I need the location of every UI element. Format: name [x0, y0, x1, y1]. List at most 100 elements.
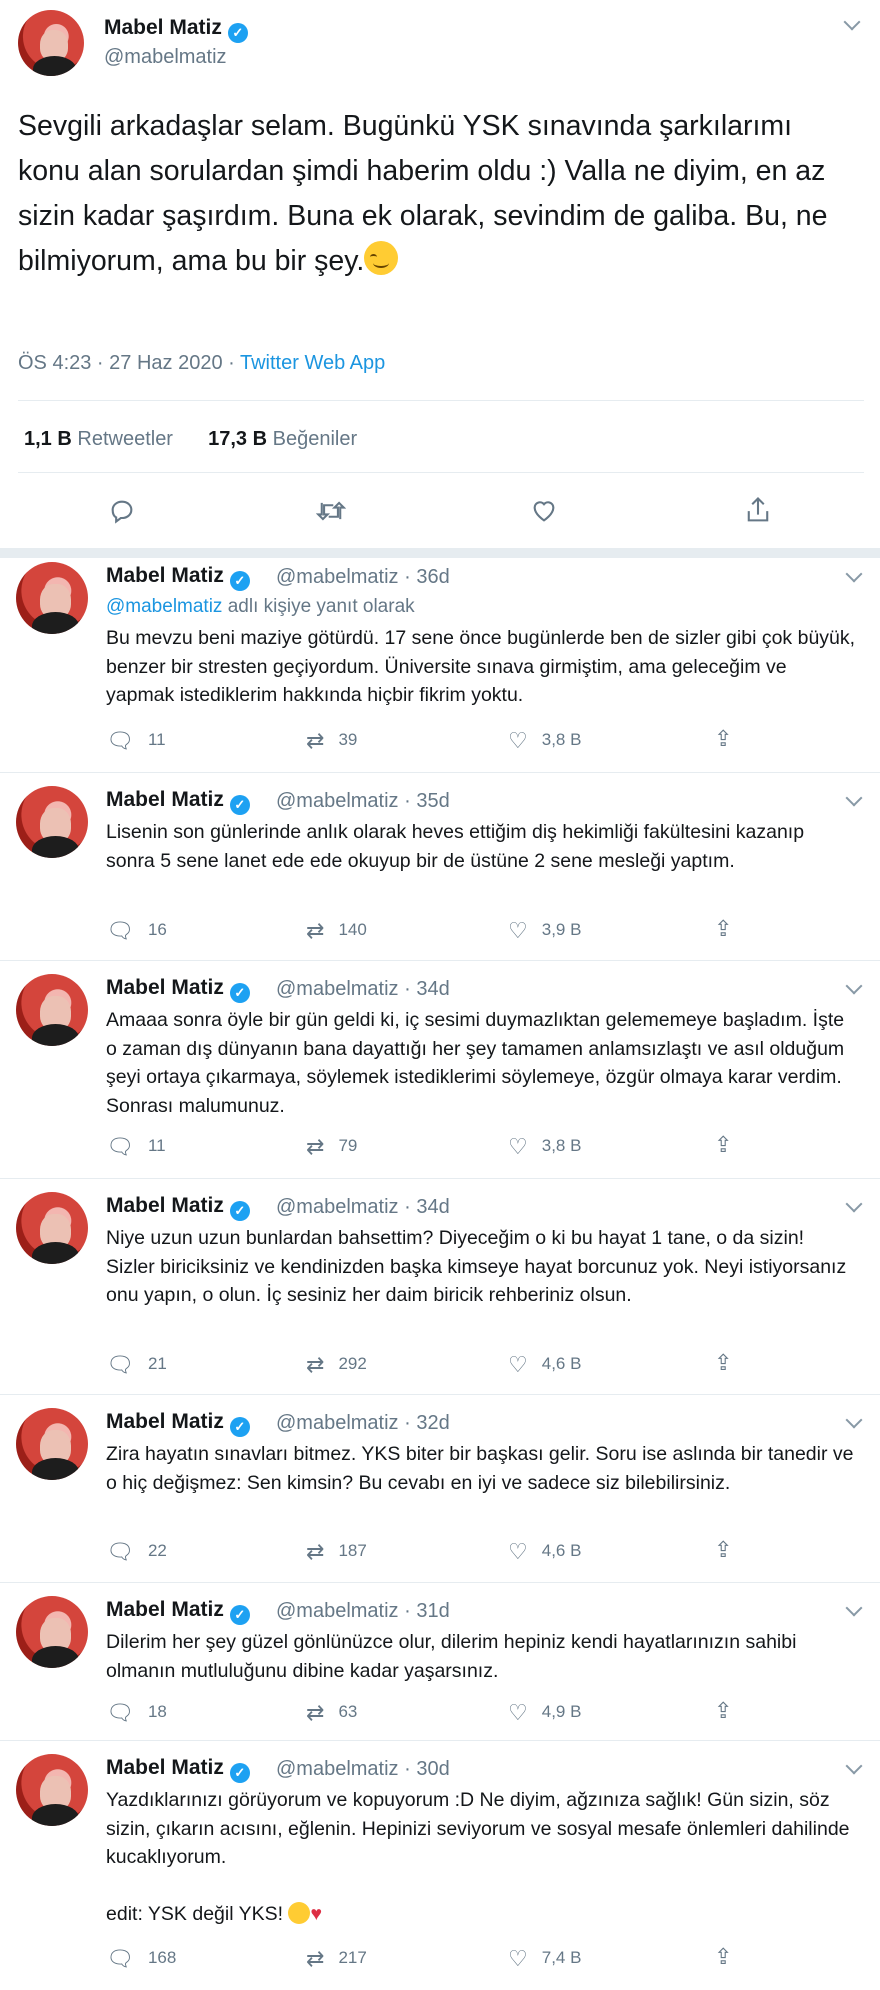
reply-text: Yazdıklarınızı görüyorum ve kopuyorum :D…: [106, 1789, 850, 1868]
reply-action[interactable]: 🗨 11: [106, 1134, 166, 1160]
heart-icon: ♡: [508, 918, 528, 943]
chevron-down-icon[interactable]: [845, 565, 863, 583]
share-icon[interactable]: [744, 495, 772, 530]
avatar[interactable]: [16, 562, 88, 634]
share-icon[interactable]: ⇪: [714, 726, 732, 752]
chevron-down-icon[interactable]: [845, 1757, 863, 1775]
verified-badge-icon: ✓: [229, 1201, 250, 1221]
source-link[interactable]: Twitter Web App: [240, 352, 385, 374]
red-heart-emoji-icon: ♥: [310, 1903, 323, 1925]
author-name[interactable]: Mabel Matiz ✓: [106, 564, 250, 591]
divider: [0, 1178, 880, 1179]
avatar[interactable]: [16, 974, 88, 1046]
like-action[interactable]: ♡ 4,6 B: [508, 1352, 581, 1378]
heart-icon[interactable]: [530, 497, 558, 530]
divider: [18, 472, 864, 473]
divider: [18, 400, 864, 401]
share-icon[interactable]: ⇪: [714, 1350, 732, 1376]
author-name[interactable]: Mabel Matiz ✓: [106, 1410, 250, 1437]
share-icon[interactable]: ⇪: [714, 1537, 732, 1563]
timestamp[interactable]: ÖS 4:23 · 27 Haz 2020 ·: [18, 352, 240, 374]
laughing-face-emoji-icon: [288, 1902, 311, 1924]
reply-icon: 🗨: [106, 1539, 134, 1564]
retweet-icon: ⇄: [306, 1946, 325, 1971]
author-name[interactable]: Mabel Matiz ✓: [106, 1598, 250, 1625]
heart-icon: ♡: [508, 728, 528, 753]
reply-text: Amaaa sonra öyle bir gün geldi ki, iç se…: [106, 1009, 845, 1117]
reply-action[interactable]: 🗨 16: [106, 918, 167, 944]
author-handle[interactable]: @mabelmatiz · 31d: [276, 1600, 450, 1623]
tweet-meta: ÖS 4:23 · 27 Haz 2020 · Twitter Web App: [18, 352, 385, 375]
avatar[interactable]: [18, 10, 84, 76]
reply-text: Niye uzun uzun bunlardan bahsettim? Diye…: [106, 1227, 847, 1306]
reply-to-link[interactable]: @mabelmatiz: [106, 596, 222, 617]
section-separator: [0, 548, 880, 558]
reply-text: Dilerim her şey güzel gönlünüzce olur, d…: [106, 1631, 797, 1682]
reply-icon: 🗨: [106, 1134, 134, 1159]
chevron-down-icon[interactable]: [845, 1195, 863, 1213]
likes-stat[interactable]: 17,3 B Beğeniler: [208, 428, 357, 450]
like-action[interactable]: ♡ 4,9 B: [508, 1700, 581, 1726]
like-action[interactable]: ♡ 3,8 B: [508, 1134, 581, 1160]
author-name[interactable]: Mabel Matiz ✓: [104, 16, 248, 43]
retweet-action[interactable]: ⇄ 187: [306, 1539, 367, 1565]
chevron-down-icon[interactable]: [845, 1599, 863, 1617]
reply-context: @mabelmatiz adlı kişiye yanıt olarak: [106, 596, 415, 617]
chevron-down-icon[interactable]: [843, 13, 861, 31]
like-action[interactable]: ♡ 7,4 B: [508, 1946, 581, 1972]
verified-badge-icon: ✓: [229, 1605, 250, 1625]
chevron-down-icon[interactable]: [845, 1411, 863, 1429]
heart-icon: ♡: [508, 1700, 528, 1725]
reply-action[interactable]: 🗨 21: [106, 1352, 167, 1378]
avatar[interactable]: [16, 1754, 88, 1826]
reply-edit-text: edit: YSK değil YKS! ♥: [106, 1902, 323, 1925]
share-icon[interactable]: ⇪: [714, 1132, 732, 1158]
divider: [0, 772, 880, 773]
author-handle[interactable]: @mabelmatiz · 36d: [276, 566, 450, 589]
avatar[interactable]: [16, 1408, 88, 1480]
author-name[interactable]: Mabel Matiz ✓: [106, 788, 250, 815]
retweet-icon: ⇄: [306, 1352, 325, 1377]
reply-action[interactable]: 🗨 18: [106, 1700, 167, 1726]
share-icon[interactable]: ⇪: [714, 1698, 732, 1724]
like-action[interactable]: ♡ 3,8 B: [508, 728, 581, 754]
author-name[interactable]: Mabel Matiz ✓: [106, 1756, 250, 1783]
retweet-action[interactable]: ⇄ 292: [306, 1352, 367, 1378]
author-handle[interactable]: @mabelmatiz · 35d: [276, 790, 450, 813]
author-handle[interactable]: @mabelmatiz: [104, 46, 227, 69]
author-name[interactable]: Mabel Matiz ✓: [106, 976, 250, 1003]
retweet-action[interactable]: ⇄ 79: [306, 1134, 357, 1160]
verified-badge-icon: ✓: [227, 23, 248, 43]
engagement-stats: 1,1 B Retweetler 17,3 B Beğeniler: [24, 428, 357, 451]
retweet-action[interactable]: ⇄ 217: [306, 1946, 367, 1972]
author-handle[interactable]: @mabelmatiz · 30d: [276, 1758, 450, 1781]
author-name[interactable]: Mabel Matiz ✓: [106, 1194, 250, 1221]
retweet-icon: ⇄: [306, 1700, 325, 1725]
retweet-icon[interactable]: [315, 497, 347, 530]
reply-text: Zira hayatın sınavları bitmez. YKS biter…: [106, 1443, 854, 1494]
retweet-action[interactable]: ⇄ 39: [306, 728, 357, 754]
share-icon[interactable]: ⇪: [714, 916, 732, 942]
like-action[interactable]: ♡ 3,9 B: [508, 918, 581, 944]
retweet-action[interactable]: ⇄ 63: [306, 1700, 357, 1726]
retweet-action[interactable]: ⇄ 140: [306, 918, 367, 944]
reply-action[interactable]: 🗨 11: [106, 728, 166, 754]
reply-action[interactable]: 🗨 168: [106, 1946, 176, 1972]
share-icon[interactable]: ⇪: [714, 1944, 732, 1970]
chevron-down-icon[interactable]: [845, 789, 863, 807]
chevron-down-icon[interactable]: [845, 977, 863, 995]
avatar[interactable]: [16, 1192, 88, 1264]
author-handle[interactable]: @mabelmatiz · 32d: [276, 1412, 450, 1435]
reply-action[interactable]: 🗨 22: [106, 1539, 167, 1565]
reply-icon[interactable]: [108, 497, 136, 530]
avatar[interactable]: [16, 1596, 88, 1668]
author-handle[interactable]: @mabelmatiz · 34d: [276, 1196, 450, 1219]
reply-icon: 🗨: [106, 728, 134, 753]
tweet-text: Sevgili arkadaşlar selam. Bugünkü YSK sı…: [18, 110, 828, 277]
retweets-stat[interactable]: 1,1 B Retweetler: [24, 428, 173, 450]
author-handle[interactable]: @mabelmatiz · 34d: [276, 978, 450, 1001]
like-action[interactable]: ♡ 4,6 B: [508, 1539, 581, 1565]
verified-badge-icon: ✓: [229, 983, 250, 1003]
reply-icon: 🗨: [106, 918, 134, 943]
avatar[interactable]: [16, 786, 88, 858]
